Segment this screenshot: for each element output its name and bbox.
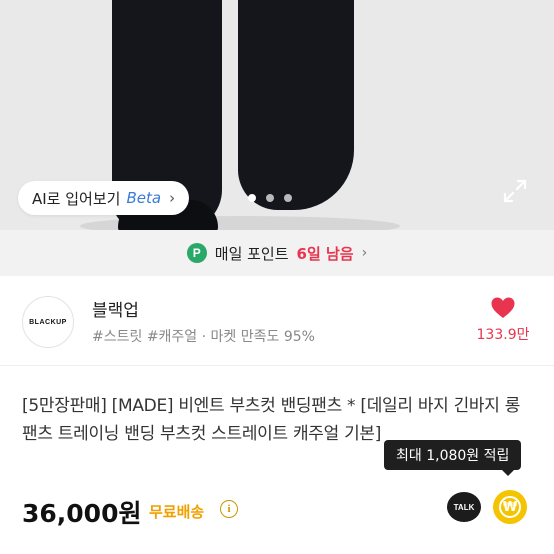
- days-remaining: 6일 남음: [296, 244, 354, 263]
- carousel-dot[interactable]: [248, 194, 256, 202]
- chevron-right-icon: ›: [169, 189, 176, 207]
- like-button[interactable]: 133.9만: [470, 296, 536, 344]
- shop-logo-text: BLACKUP: [29, 318, 67, 326]
- daily-points-label: 매일 포인트: [214, 244, 289, 263]
- beta-label: Beta: [126, 189, 162, 207]
- kakaotalk-icon[interactable]: TALK: [447, 492, 481, 522]
- product-image[interactable]: AI로 입어보기 Beta ›: [0, 0, 554, 230]
- carousel-indicator: [248, 194, 292, 202]
- info-icon[interactable]: i: [220, 500, 238, 518]
- expand-icon[interactable]: [502, 178, 528, 204]
- shop-logo[interactable]: BLACKUP: [22, 296, 74, 348]
- ai-try-on-button[interactable]: AI로 입어보기 Beta ›: [18, 181, 190, 215]
- like-count: 133.9만: [476, 327, 530, 343]
- point-badge-icon: P: [186, 243, 207, 263]
- ai-try-on-label: AI로 입어보기: [32, 189, 121, 208]
- chevron-right-icon: ›: [361, 245, 368, 261]
- carousel-dot[interactable]: [266, 194, 274, 202]
- reward-tooltip: 최대 1,080원 적립: [384, 440, 522, 476]
- heart-icon: [491, 297, 515, 318]
- won-coin-icon[interactable]: ₩: [493, 490, 527, 524]
- carousel-dot[interactable]: [284, 194, 292, 202]
- won-glyph: ₩: [499, 496, 521, 518]
- shop-name[interactable]: 블랙업: [92, 296, 139, 321]
- shop-tags: #스트릿 #캐주얼 · 마켓 만족도 95%: [92, 329, 315, 345]
- product-price: 36,000원: [22, 499, 142, 528]
- pants-right-leg: [238, 0, 354, 210]
- daily-points-banner[interactable]: P 매일 포인트 6일 남음 ›: [0, 230, 554, 276]
- free-shipping-label: 무료배송: [149, 503, 205, 521]
- shop-info-row[interactable]: BLACKUP 블랙업 #스트릿 #캐주얼 · 마켓 만족도 95% 133.9…: [0, 276, 554, 366]
- reward-tooltip-text: 최대 1,080원 적립: [396, 448, 510, 464]
